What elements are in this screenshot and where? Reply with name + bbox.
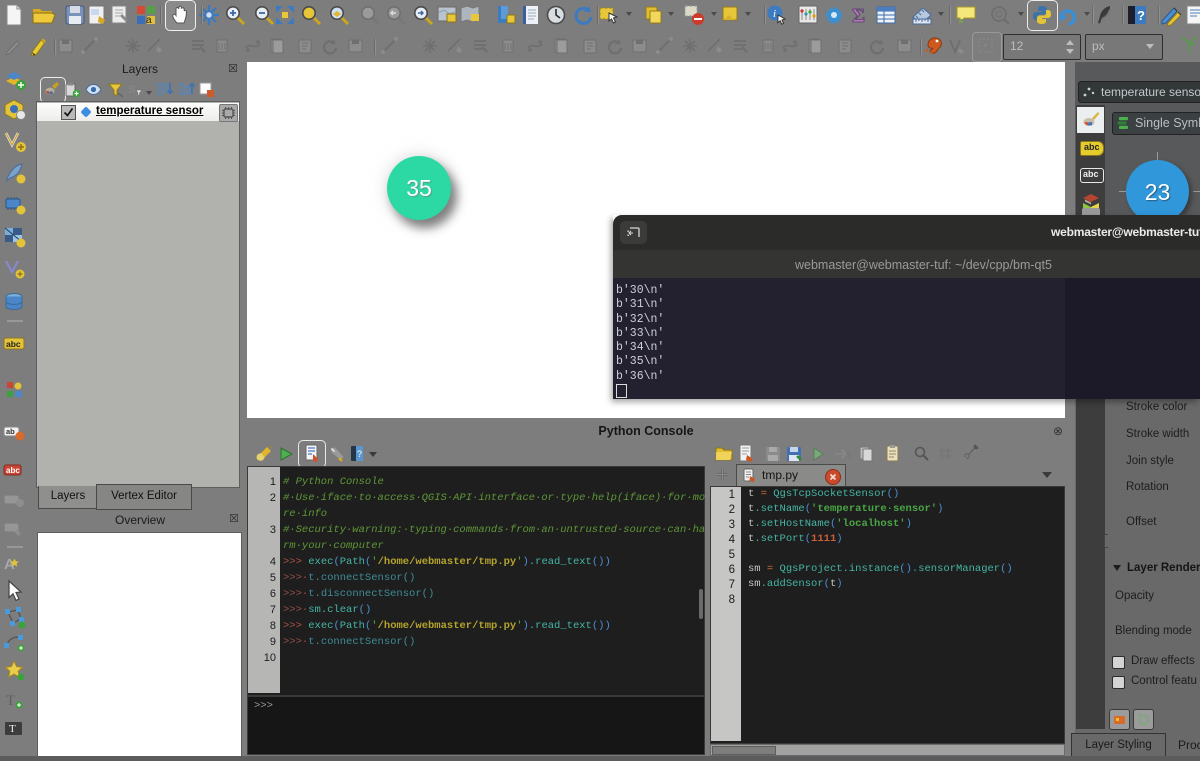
svg-text:ab: ab xyxy=(6,427,15,436)
svg-text:$: $ xyxy=(846,450,851,460)
svg-text:abc: abc xyxy=(6,339,21,349)
svg-text:T: T xyxy=(6,693,15,709)
svg-text:?: ? xyxy=(357,449,362,459)
svg-text:S: S xyxy=(128,84,135,96)
svg-text:?: ? xyxy=(1137,8,1145,23)
svg-text:Σ: Σ xyxy=(852,5,865,26)
svg-text:i: i xyxy=(773,8,776,20)
svg-text:a: a xyxy=(146,15,152,26)
svg-text:T: T xyxy=(9,723,16,735)
svg-text:abc: abc xyxy=(6,466,20,475)
